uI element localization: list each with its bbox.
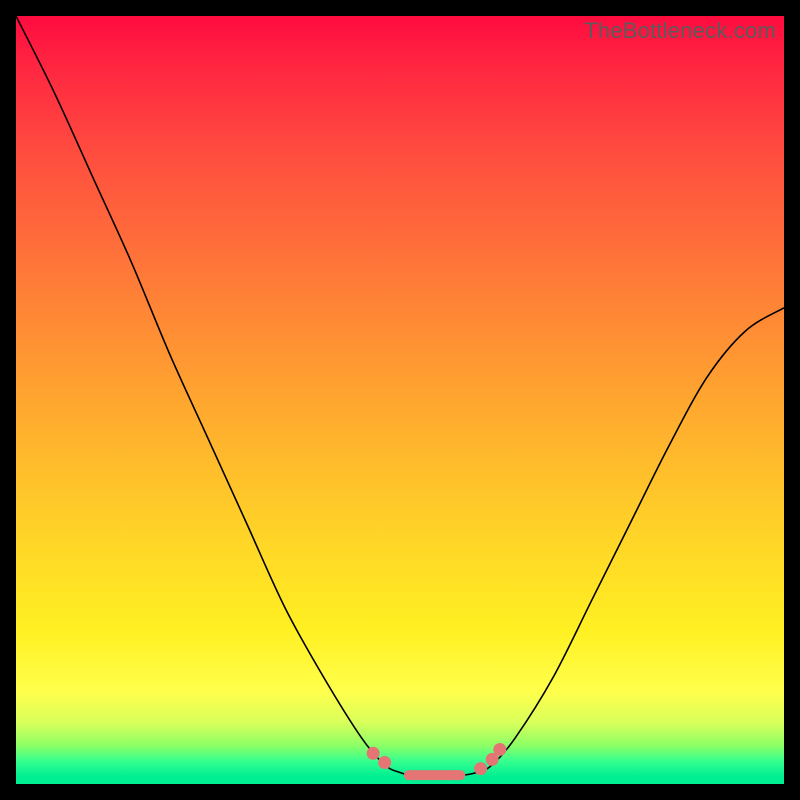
marker-dot <box>474 762 487 775</box>
highlight-markers <box>367 743 507 780</box>
chart-svg <box>16 16 784 784</box>
marker-dot <box>493 743 506 756</box>
marker-dot <box>378 756 391 769</box>
marker-bar <box>404 770 465 780</box>
chart-plot-area: TheBottleneck.com <box>16 16 784 784</box>
bottleneck-curve <box>16 16 784 777</box>
marker-dot <box>367 747 380 760</box>
